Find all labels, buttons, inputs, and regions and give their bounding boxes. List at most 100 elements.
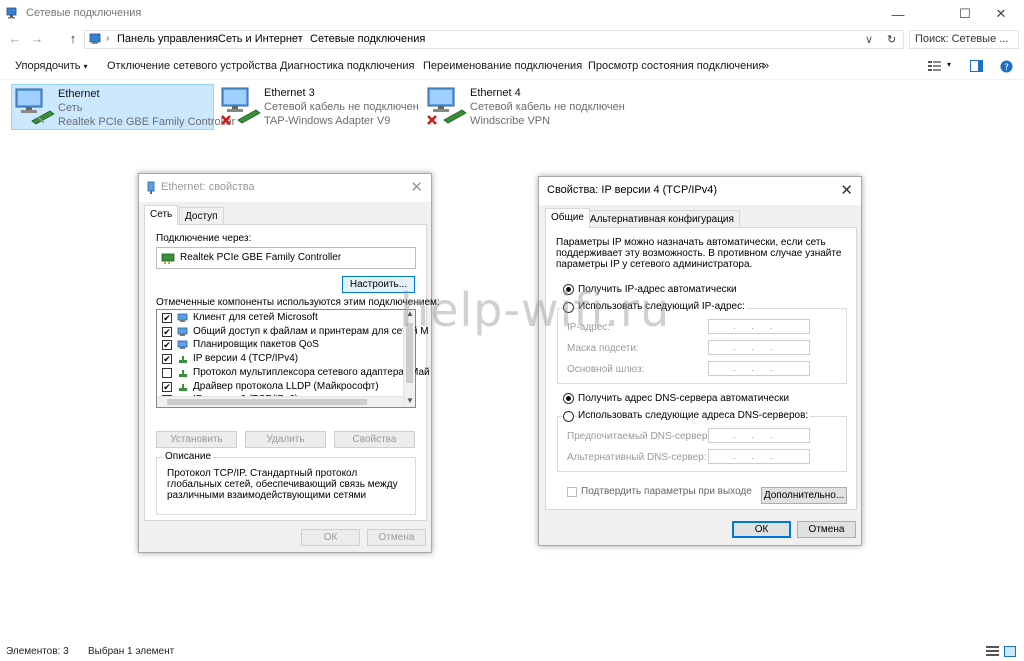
- title-bar: Сетевые подключения — ☐ ✕: [0, 0, 1024, 28]
- preferred-dns-field[interactable]: ...: [708, 428, 810, 443]
- adapter-name: Realtek PCIe GBE Family Controller: [180, 252, 342, 263]
- view-dropdown-icon[interactable]: ▾: [947, 60, 951, 69]
- minimize-button[interactable]: —: [875, 0, 921, 28]
- address-bar: ← → ↑ › Панель управления › Сеть и Интер…: [0, 28, 1024, 50]
- disable-device-button[interactable]: Отключение сетевого устройства: [107, 60, 277, 72]
- tab-general[interactable]: Общие: [545, 208, 590, 228]
- component-checkbox[interactable]: ✔: [162, 340, 172, 351]
- description-group: Описание Протокол TCP/IP. Стандартный пр…: [156, 451, 416, 515]
- ok-button[interactable]: ОК: [301, 529, 360, 546]
- change-view-icon[interactable]: [928, 60, 942, 75]
- control-panel-icon: [89, 33, 101, 44]
- status-bar: Элементов: 3 Выбран 1 элемент: [0, 641, 1024, 661]
- ok-button[interactable]: ОК: [732, 521, 791, 538]
- dialog-title: Ethernet: свойства: [161, 181, 255, 193]
- component-checkbox[interactable]: ✔: [162, 381, 172, 392]
- close-button[interactable]: ✕: [978, 0, 1024, 28]
- alternate-dns-field[interactable]: ...: [708, 449, 810, 464]
- description-label: Описание: [163, 451, 214, 462]
- properties-button[interactable]: Свойства: [334, 431, 415, 448]
- tab-network[interactable]: Сеть: [144, 205, 179, 225]
- advanced-button[interactable]: Дополнительно...: [761, 487, 847, 504]
- refresh-icon[interactable]: ↻: [887, 33, 896, 46]
- ip-address-field[interactable]: ...: [708, 319, 810, 334]
- auto-dns-label: Получить адрес DNS-сервера автоматически: [578, 393, 790, 404]
- watermark: help-wifi.ru: [400, 283, 671, 337]
- adapter-item-ethernet[interactable]: Ethernet Сеть Realtek PCIe GBE Family Co…: [11, 84, 235, 130]
- manual-dns-radio[interactable]: [563, 411, 574, 422]
- network-adapter-disconnected-icon: [427, 87, 467, 125]
- component-checkbox[interactable]: ✔: [162, 326, 172, 337]
- component-checkbox[interactable]: ✔: [162, 354, 172, 365]
- rename-button[interactable]: Переименование подключения: [423, 60, 582, 72]
- cancel-button[interactable]: Отмена: [797, 521, 856, 538]
- h-scroll-thumb[interactable]: [167, 399, 367, 405]
- general-tab-panel: Параметры IP можно назначать автоматичес…: [545, 227, 857, 510]
- network-protocol-icon: [179, 369, 187, 377]
- organize-button[interactable]: Упорядочить ▾: [15, 60, 88, 72]
- cancel-button[interactable]: Отмена: [367, 529, 426, 546]
- ipv4-properties-dialog: Свойства: IP версии 4 (TCP/IPv4) ✕ Общие…: [538, 176, 862, 546]
- diagnose-button[interactable]: Диагностика подключения: [280, 60, 414, 72]
- address-dropdown-icon[interactable]: ∨: [865, 33, 873, 46]
- network-adapter-icon: [15, 88, 55, 125]
- dialog-title-bar: Ethernet: свойства ✕: [139, 174, 431, 202]
- breadcrumb-network-connections[interactable]: Сетевые подключения: [310, 33, 425, 45]
- component-row[interactable]: ✔ Планировщик пакетов QoS: [160, 339, 400, 352]
- uninstall-button[interactable]: Удалить: [245, 431, 326, 448]
- breadcrumb-network-internet[interactable]: Сеть и Интернет: [218, 33, 303, 45]
- component-row[interactable]: ✔ IP версии 4 (TCP/IPv4): [160, 353, 400, 366]
- up-arrow-icon[interactable]: ↑: [64, 31, 82, 47]
- component-checkbox[interactable]: [162, 367, 172, 378]
- component-row[interactable]: ✔ Клиент для сетей Microsoft: [160, 312, 400, 325]
- adapter-name: Ethernet 3: [264, 87, 315, 99]
- network-service-icon: [177, 313, 188, 322]
- auto-dns-radio[interactable]: [563, 393, 574, 404]
- component-row[interactable]: Протокол мультиплексора сетевого адаптер…: [160, 367, 430, 380]
- breadcrumb-control-panel[interactable]: Панель управления: [117, 33, 218, 45]
- intro-text: Параметры IP можно назначать автоматичес…: [556, 237, 842, 270]
- component-row[interactable]: ✔ Общий доступ к файлам и принтерам для с…: [160, 326, 429, 339]
- gateway-field[interactable]: ...: [708, 361, 810, 376]
- forward-arrow-icon[interactable]: →: [28, 31, 46, 47]
- adapter-status: Сеть: [58, 102, 83, 114]
- install-button[interactable]: Установить: [156, 431, 237, 448]
- manual-dns-label: Использовать следующие адреса DNS-сервер…: [578, 410, 811, 421]
- component-row[interactable]: ✔ Драйвер протокола LLDP (Майкрософт): [160, 381, 400, 394]
- network-protocol-icon: [179, 356, 187, 364]
- network-connections-icon: [6, 7, 17, 19]
- search-input[interactable]: Поиск: Сетевые ...: [909, 30, 1019, 49]
- more-commands-button[interactable]: »: [763, 60, 769, 72]
- address-input[interactable]: › Панель управления › Сеть и Интернет › …: [84, 30, 904, 49]
- adapter-item-ethernet-4[interactable]: Ethernet 4 Сетевой кабель не подключен W…: [424, 84, 625, 130]
- view-status-button[interactable]: Просмотр состояния подключения: [588, 60, 764, 72]
- details-view-icon[interactable]: [986, 646, 999, 660]
- tab-sharing[interactable]: Доступ: [179, 207, 224, 225]
- subnet-label: Маска подсети:: [567, 343, 639, 354]
- subnet-field[interactable]: ...: [708, 340, 810, 355]
- tab-alternate-config[interactable]: Альтернативная конфигурация: [584, 210, 740, 228]
- dialog-title-bar: Свойства: IP версии 4 (TCP/IPv4) ✕: [539, 177, 861, 205]
- adapter-item-ethernet-3[interactable]: Ethernet 3 Сетевой кабель не подключен T…: [218, 84, 419, 130]
- component-label: IP версии 4 (TCP/IPv4): [193, 353, 299, 365]
- validate-checkbox[interactable]: [567, 487, 577, 497]
- large-icons-view-icon[interactable]: [1004, 646, 1016, 660]
- network-adapter-disconnected-icon: [221, 87, 261, 125]
- close-icon[interactable]: ✕: [410, 178, 423, 196]
- svg-text:?: ?: [1004, 63, 1009, 73]
- horizontal-scrollbar[interactable]: [157, 396, 403, 407]
- back-arrow-icon[interactable]: ←: [6, 31, 24, 47]
- network-card-icon: [161, 253, 175, 264]
- alternate-dns-label: Альтернативный DNS-сервер:: [567, 452, 707, 463]
- components-list[interactable]: ✔ Клиент для сетей Microsoft ✔ Общий доступ…: [156, 309, 430, 408]
- dialog-title: Свойства: IP версии 4 (TCP/IPv4): [547, 184, 718, 196]
- component-checkbox[interactable]: ✔: [162, 313, 172, 323]
- help-icon[interactable]: ?: [1000, 60, 1013, 76]
- breadcrumb-separator-icon: ›: [299, 33, 303, 44]
- chevron-down-icon: ▾: [83, 62, 88, 71]
- preview-pane-icon[interactable]: [970, 60, 983, 75]
- command-bar: Упорядочить ▾ Отключение сетевого устрой…: [0, 52, 1024, 80]
- scroll-down-icon[interactable]: ▼: [406, 396, 414, 405]
- close-icon[interactable]: ✕: [840, 181, 853, 199]
- preferred-dns-label: Предпочитаемый DNS-сервер:: [567, 431, 711, 442]
